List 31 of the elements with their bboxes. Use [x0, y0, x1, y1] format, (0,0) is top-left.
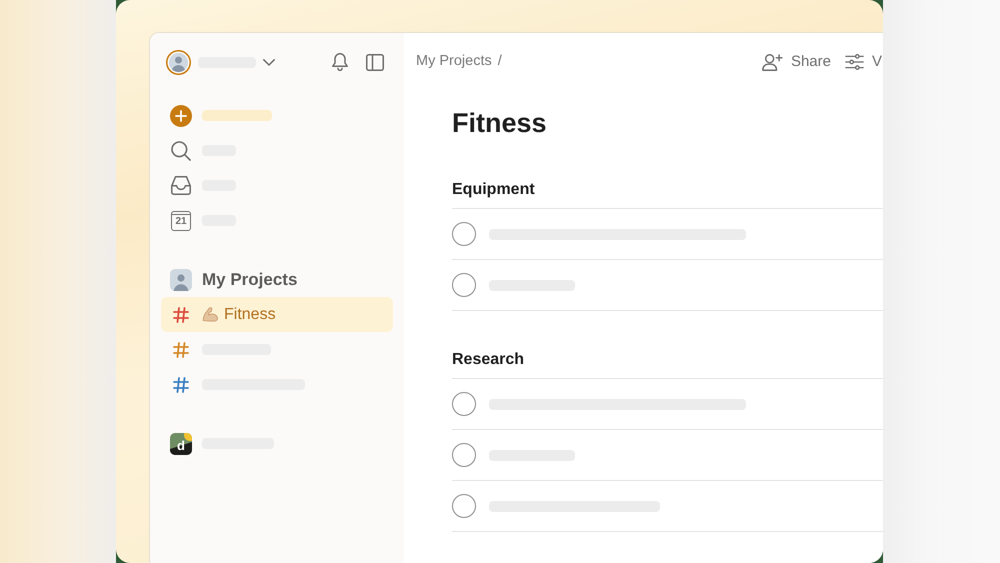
add-person-icon: [762, 54, 783, 70]
bell-icon[interactable]: [332, 53, 348, 71]
page-title: Fitness: [452, 107, 548, 139]
inbox-icon: [171, 176, 191, 195]
workspace-item[interactable]: d: [150, 426, 404, 461]
breadcrumb-separator: /: [498, 52, 502, 72]
avatar-icon: [170, 268, 192, 290]
project-item[interactable]: Fitness: [161, 297, 393, 332]
task-checkbox[interactable]: [452, 443, 476, 467]
project-name: Fitness: [224, 304, 276, 324]
section-title: Research: [452, 350, 526, 370]
sidebar-item[interactable]: 21: [150, 203, 404, 238]
projects-heading[interactable]: My Projects: [150, 262, 404, 297]
avatar-icon: [166, 50, 191, 74]
section-title: Equipment: [452, 180, 536, 200]
add-icon: [170, 104, 192, 126]
view-button[interactable]: V: [844, 50, 882, 74]
calendar-icon: 21: [171, 210, 191, 230]
search-icon: [171, 140, 191, 160]
account-menu-button[interactable]: [166, 50, 275, 74]
task-checkbox[interactable]: [452, 392, 476, 416]
task-checkbox[interactable]: [452, 222, 476, 246]
breadcrumb-link[interactable]: My Projects: [416, 51, 492, 73]
task-checkbox[interactable]: [452, 273, 476, 297]
workspace-logo: d: [170, 432, 192, 454]
task-checkbox[interactable]: [452, 494, 476, 518]
chevron-down-icon: [263, 58, 275, 66]
share-button[interactable]: Share: [762, 50, 831, 74]
skeleton-bar: [202, 110, 272, 121]
sliders-icon: [844, 54, 864, 70]
sidebar-toggle-icon[interactable]: [366, 54, 384, 70]
